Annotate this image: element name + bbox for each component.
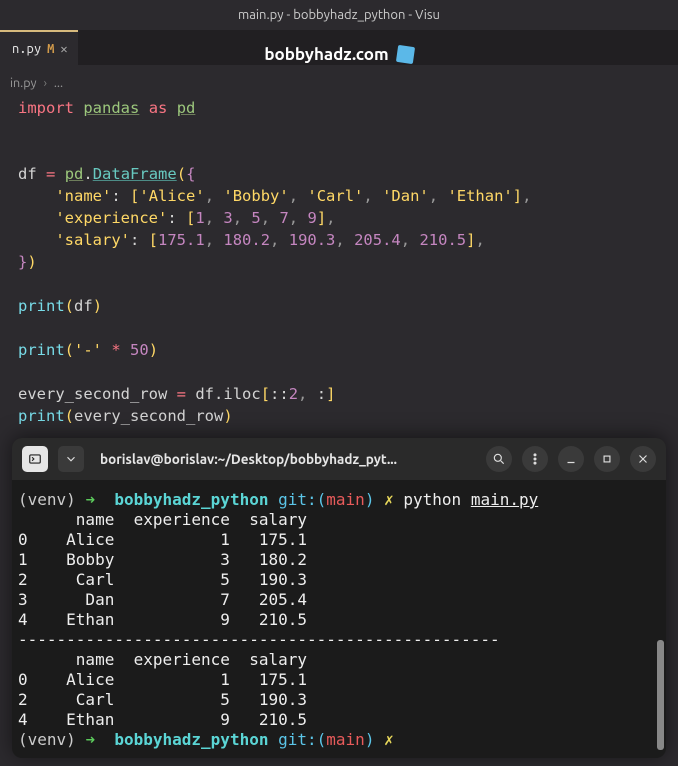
key-salary: 'salary' bbox=[55, 231, 130, 249]
alias-pd: pd bbox=[177, 99, 196, 117]
new-tab-button[interactable] bbox=[22, 446, 48, 472]
output-row: 2 Carl 5 190.3 bbox=[18, 690, 307, 709]
key-name: 'name' bbox=[55, 187, 111, 205]
site-name: bobbyhadz.com bbox=[264, 45, 388, 64]
output-row: 0 Alice 1 175.1 bbox=[18, 670, 307, 689]
fn-print: print bbox=[18, 297, 65, 315]
close-icon bbox=[636, 452, 650, 466]
output-row: 0 Alice 1 175.1 bbox=[18, 530, 307, 549]
output-row: 4 Ethan 9 210.5 bbox=[18, 710, 307, 729]
maximize-button[interactable] bbox=[594, 446, 620, 472]
close-button[interactable] bbox=[630, 446, 656, 472]
tab-dropdown-button[interactable] bbox=[58, 446, 84, 472]
tab-modified-badge: M bbox=[47, 42, 54, 56]
cmd-script: main.py bbox=[471, 490, 538, 509]
maximize-icon bbox=[600, 452, 614, 466]
kebab-icon bbox=[528, 452, 542, 466]
output-header: name experience salary bbox=[18, 510, 307, 529]
module-pandas: pandas bbox=[83, 99, 139, 117]
search-button[interactable] bbox=[486, 446, 512, 472]
prompt-dir: bobbyhadz_python bbox=[114, 490, 268, 509]
output-row: 2 Carl 5 190.3 bbox=[18, 570, 307, 589]
keyword-import: import bbox=[18, 99, 74, 117]
output-row: 4 Ethan 9 210.5 bbox=[18, 610, 307, 629]
prompt-branch: main bbox=[326, 490, 365, 509]
output-row: 1 Bobby 3 180.2 bbox=[18, 550, 307, 569]
cmd-python: python bbox=[403, 490, 461, 509]
prompt-git: git: bbox=[278, 490, 317, 509]
terminal-panel: borislav@borislav:~/Desktop/bobbyhadz_py… bbox=[12, 438, 666, 758]
close-icon[interactable]: ✕ bbox=[60, 42, 67, 56]
keyword-as: as bbox=[149, 99, 168, 117]
cube-icon bbox=[396, 44, 415, 63]
var-every-second-row: every_second_row bbox=[18, 385, 167, 403]
search-icon bbox=[492, 452, 506, 466]
breadcrumb-file: in.py bbox=[10, 76, 37, 90]
prompt-arrow: ➜ bbox=[85, 490, 95, 509]
terminal-body[interactable]: (venv) ➜ bobbyhadz_python git:(main) ✗ p… bbox=[12, 480, 666, 758]
key-experience: 'experience' bbox=[55, 209, 167, 227]
breadcrumb[interactable]: in.py › ... bbox=[0, 73, 678, 93]
terminal-title: borislav@borislav:~/Desktop/bobbyhadz_py… bbox=[100, 451, 476, 467]
var-df: df bbox=[18, 165, 37, 183]
plus-terminal-icon bbox=[28, 452, 42, 466]
minimize-button[interactable] bbox=[558, 446, 584, 472]
scrollbar-thumb[interactable] bbox=[657, 640, 664, 750]
output-separator: ----------------------------------------… bbox=[18, 630, 500, 649]
dirty-icon: ✗ bbox=[384, 490, 394, 509]
prompt-venv: (venv) bbox=[18, 490, 76, 509]
editor-area[interactable]: import pandas as pd df = pd.DataFrame({ … bbox=[0, 93, 678, 431]
site-banner: bobbyhadz.com bbox=[0, 43, 678, 65]
window-title: main.py - bobbyhadz_python - Visu bbox=[238, 8, 440, 22]
breadcrumb-more: ... bbox=[54, 76, 63, 90]
minimize-icon bbox=[564, 452, 578, 466]
tab-filename: n.py bbox=[12, 42, 41, 56]
chevron-down-icon bbox=[64, 452, 78, 466]
op-eq: = bbox=[46, 165, 55, 183]
menu-button[interactable] bbox=[522, 446, 548, 472]
output-row: 3 Dan 7 205.4 bbox=[18, 590, 307, 609]
ref-pd: pd bbox=[65, 165, 84, 183]
cls-dataframe: DataFrame bbox=[93, 165, 177, 183]
tab-main-py[interactable]: n.py M ✕ bbox=[0, 30, 78, 65]
window-titlebar: main.py - bobbyhadz_python - Visu bbox=[0, 0, 678, 30]
terminal-header: borislav@borislav:~/Desktop/bobbyhadz_py… bbox=[12, 438, 666, 480]
output-header: name experience salary bbox=[18, 650, 307, 669]
chevron-right-icon: › bbox=[43, 76, 47, 90]
